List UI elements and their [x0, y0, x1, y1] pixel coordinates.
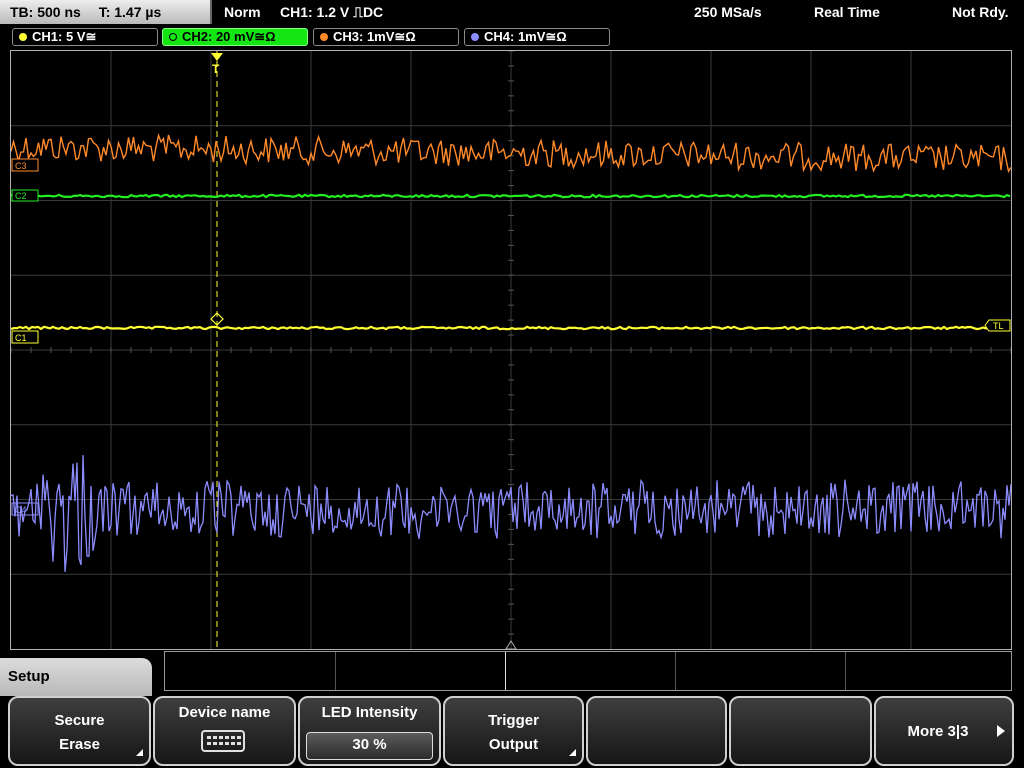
channel-tab-ch2[interactable]: CH2: 20 mV≅Ω [162, 28, 308, 46]
timebase-label: TB: 500 ns [10, 4, 81, 20]
device-name-button[interactable]: Device name [153, 696, 296, 766]
ch4-reference-marker[interactable]: C4 [11, 502, 39, 516]
trigger-output-label-2: Output [488, 736, 539, 753]
led-intensity-value[interactable]: 30 % [306, 732, 433, 760]
trigger-mode-label[interactable]: Norm [224, 0, 261, 24]
ch1-reference-marker[interactable]: C1 [11, 330, 39, 344]
trigger-output-label-1: Trigger [488, 712, 539, 729]
ch2-dot-icon [169, 33, 177, 41]
ch3-marker-text: C3 [15, 161, 27, 171]
ch2-label: CH2: 20 mV≅Ω [182, 29, 276, 44]
channel-tab-ch3[interactable]: CH3: 1mV≅Ω [313, 28, 459, 46]
ch1-label: CH1: 5 V≅ [32, 29, 97, 44]
ch3-dot-icon [320, 33, 328, 41]
waveform-display[interactable]: C3 C2 C1 C4 TL T [10, 50, 1012, 650]
channel-tab-ch1[interactable]: CH1: 5 V≅ [12, 28, 158, 46]
acquisition-mode-label[interactable]: Real Time [814, 0, 880, 24]
secure-erase-label-2: Erase [59, 736, 100, 753]
trigger-position-text: T [212, 62, 220, 76]
trigger-position-marker[interactable]: T [211, 53, 223, 76]
ch1-dot-icon [19, 33, 27, 41]
led-intensity-button[interactable]: LED Intensity 30 % [298, 696, 441, 766]
ch3-label: CH3: 1mV≅Ω [333, 29, 416, 44]
keyboard-icon [200, 730, 245, 752]
submenu-corner-icon [136, 749, 143, 756]
status-bar: TB: 500 ns T: 1.47 µs Norm CH1: 1.2 V ⎍D… [0, 0, 1024, 24]
more-button[interactable]: More 3|3 [874, 696, 1014, 766]
device-name-label: Device name [178, 704, 271, 721]
submenu-corner-icon [569, 749, 576, 756]
ch1-marker-text: C1 [15, 333, 27, 343]
trigger-level-text: TL [993, 321, 1004, 331]
run-status-label: Not Rdy. [952, 4, 1009, 20]
ch2-waveform [11, 193, 1011, 199]
ch4-label: CH4: 1mV≅Ω [484, 29, 567, 44]
sample-rate-label[interactable]: 250 MSa/s [694, 0, 762, 24]
timebase-box[interactable]: TB: 500 ns T: 1.47 µs [0, 0, 212, 24]
trigger-info-label[interactable]: CH1: 1.2 V ⎍DC [280, 0, 383, 24]
trigger-time-label: T: 1.47 µs [98, 4, 162, 20]
secure-erase-button[interactable]: Secure Erase [8, 696, 151, 766]
arrow-right-icon [997, 725, 1005, 737]
ch4-marker-text: C4 [15, 505, 27, 515]
channel-tab-ch4[interactable]: CH4: 1mV≅Ω [464, 28, 610, 46]
ch2-reference-marker[interactable]: C2 [11, 189, 39, 202]
message-strip [164, 651, 1012, 691]
menu-title: Setup [0, 658, 152, 696]
ch4-dot-icon [471, 33, 479, 41]
ch3-reference-marker[interactable]: C3 [11, 158, 39, 172]
more-label: More 3|3 [907, 723, 969, 740]
trigger-level-marker[interactable]: TL [984, 319, 1011, 332]
ch2-marker-text: C2 [15, 191, 27, 201]
trigger-output-button[interactable]: Trigger Output [443, 696, 584, 766]
empty-softkey-6[interactable] [729, 696, 872, 766]
led-intensity-label: LED Intensity [321, 704, 418, 721]
empty-softkey-5[interactable] [586, 696, 727, 766]
waveform-canvas[interactable]: C3 C2 C1 C4 TL T [11, 51, 1011, 649]
secure-erase-label-1: Secure [54, 712, 105, 729]
